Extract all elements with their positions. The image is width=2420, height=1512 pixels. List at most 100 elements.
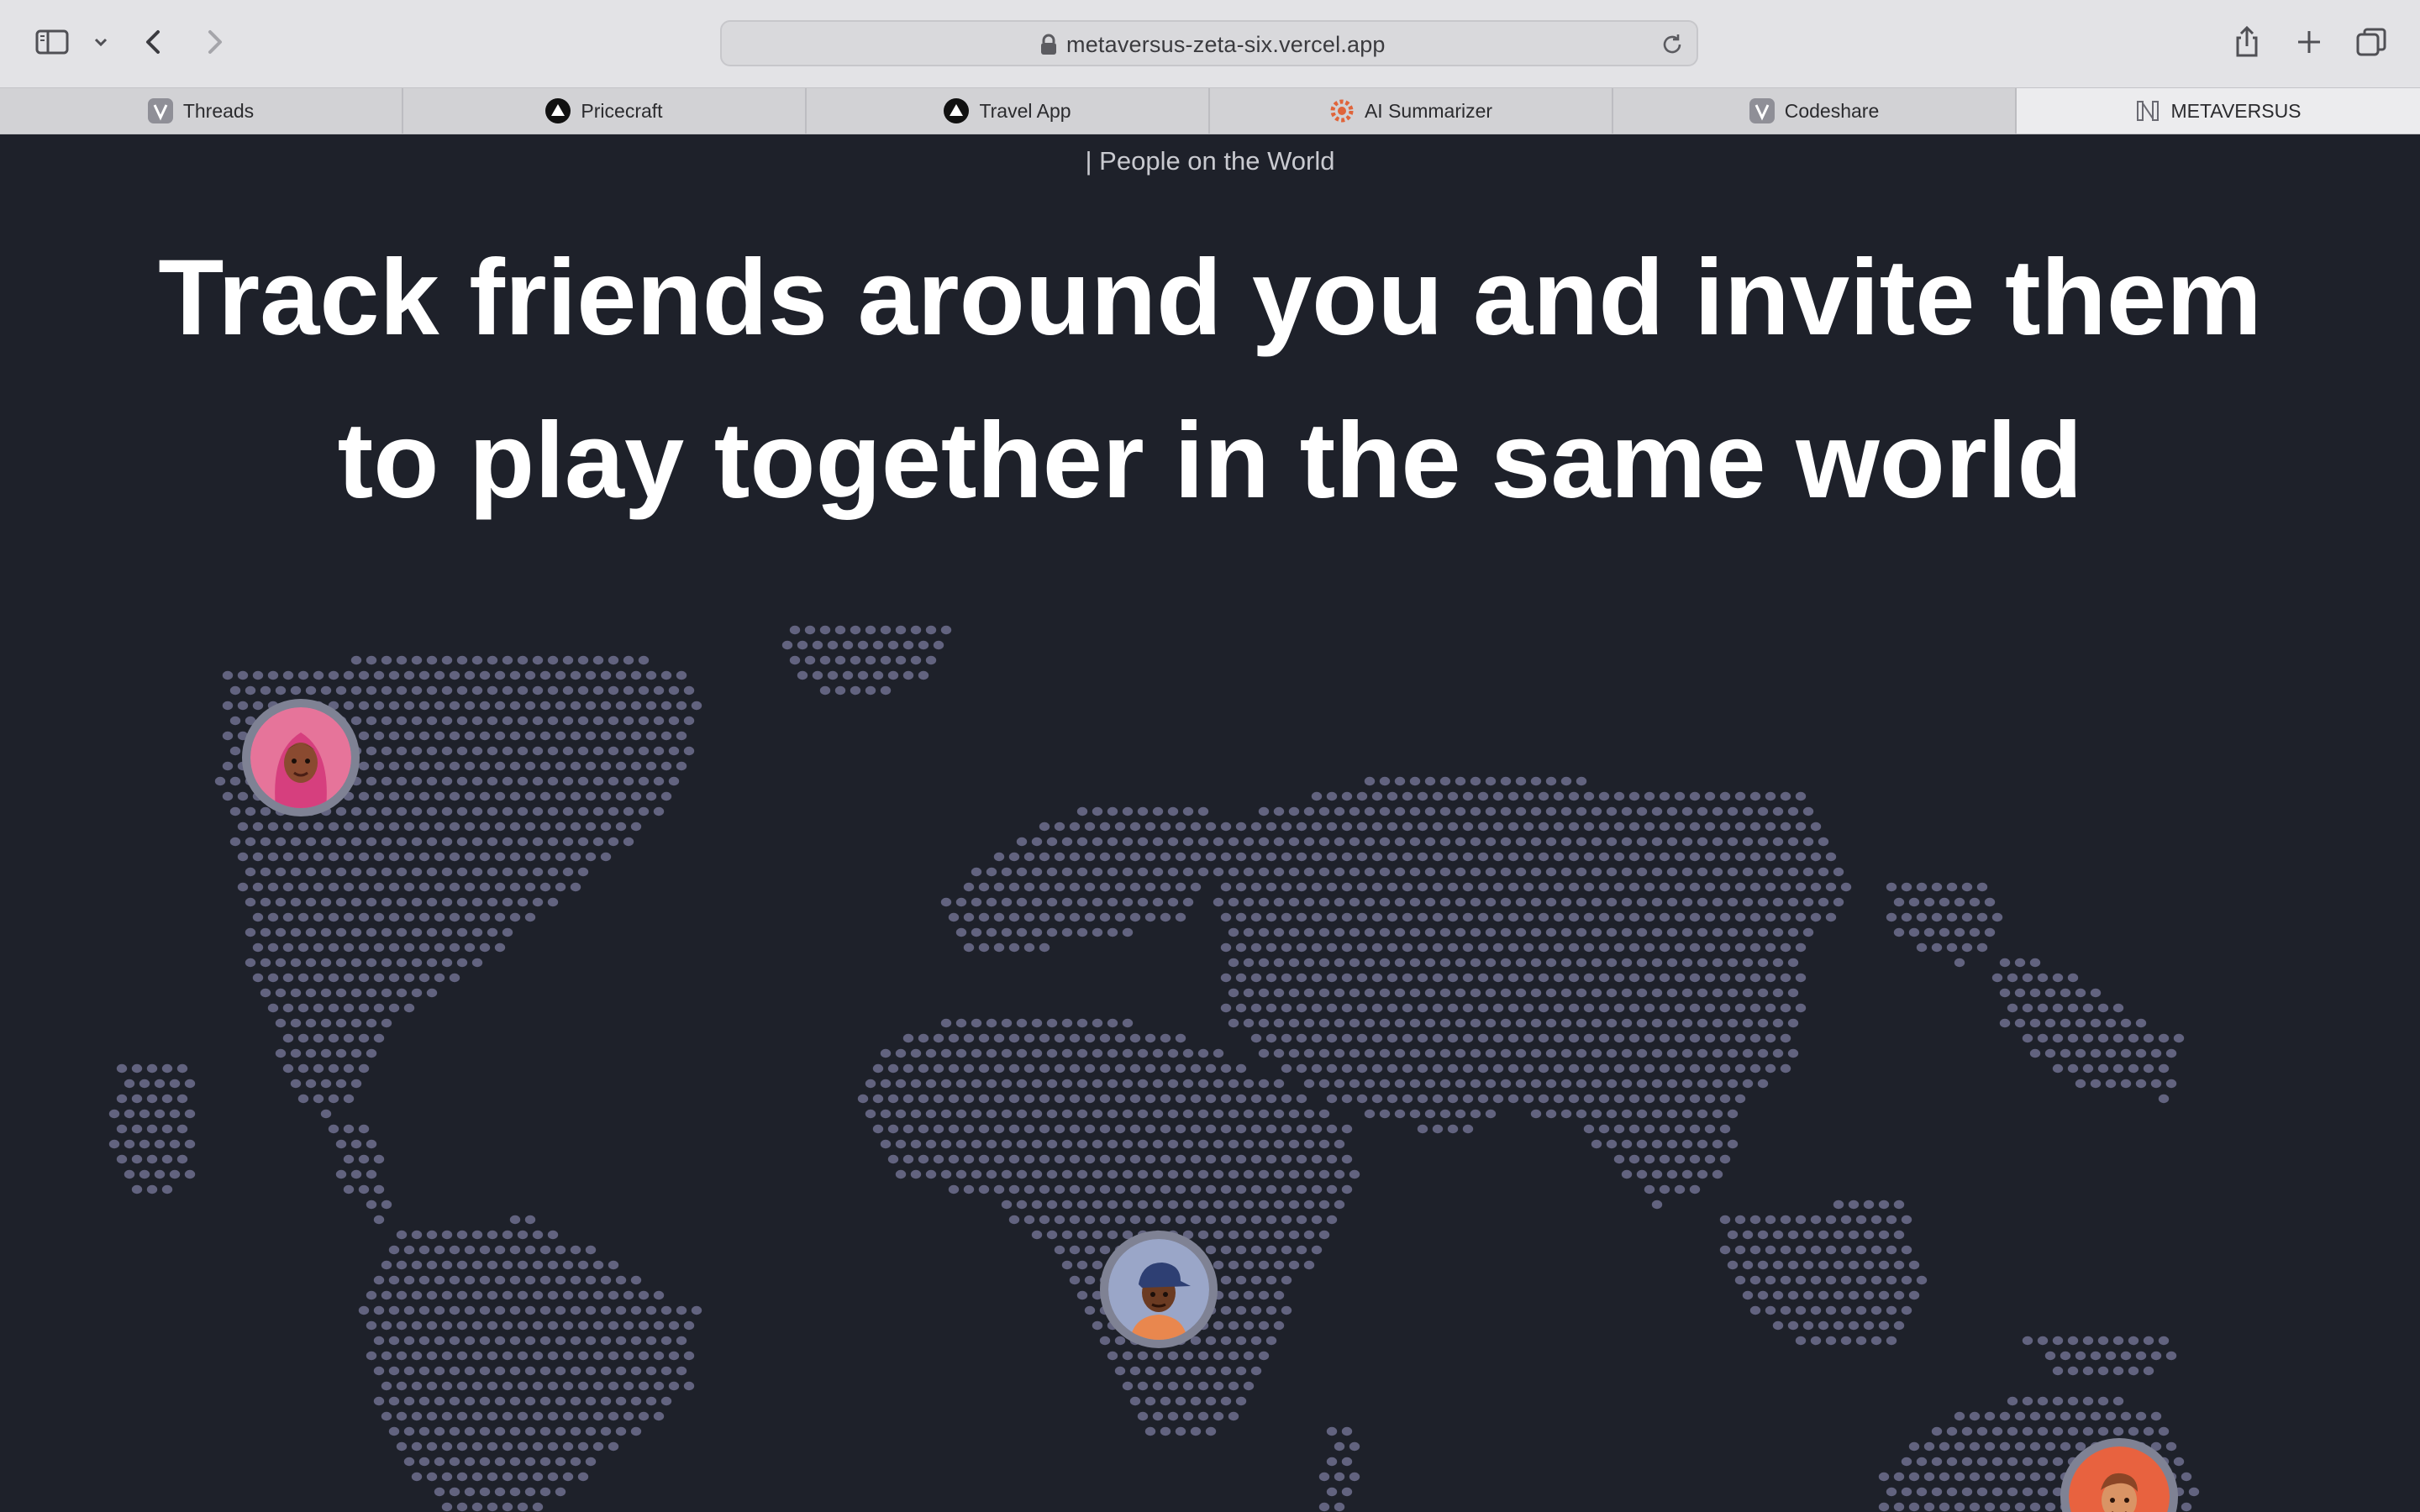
map-dot <box>479 1487 491 1497</box>
map-dot <box>1379 1018 1391 1028</box>
map-dot <box>1303 1048 1315 1058</box>
map-dot <box>1666 806 1678 816</box>
map-dot <box>1560 958 1572 968</box>
map-dot <box>630 761 642 771</box>
map-dot <box>350 927 362 937</box>
map-dot <box>1568 973 1580 983</box>
map-dot <box>124 1139 135 1149</box>
map-dot <box>1659 1124 1670 1134</box>
map-dot <box>2060 988 2071 998</box>
back-icon[interactable] <box>134 22 175 62</box>
map-dot <box>1674 1063 1686 1074</box>
map-dot <box>449 791 460 801</box>
map-dot <box>1364 927 1376 937</box>
map-dot <box>1432 1124 1444 1134</box>
map-dot <box>638 716 650 726</box>
map-dot <box>1364 958 1376 968</box>
map-dot <box>1991 1426 2003 1436</box>
map-dot <box>1402 822 1413 832</box>
map-dot <box>1644 882 1655 892</box>
tab-overview-icon[interactable] <box>2351 22 2391 62</box>
map-dot <box>449 912 460 922</box>
map-dot <box>1386 942 1398 953</box>
map-dot <box>328 1124 339 1134</box>
reload-icon[interactable] <box>1660 32 1685 57</box>
map-dot <box>1568 1063 1580 1074</box>
new-tab-icon[interactable] <box>2289 22 2329 62</box>
map-dot <box>1371 791 1383 801</box>
map-dot <box>1318 927 1330 937</box>
map-dot <box>1273 958 1285 968</box>
map-dot <box>1719 791 1731 801</box>
avatar-africa[interactable] <box>1100 1231 1218 1348</box>
map-dot <box>1530 1109 1542 1119</box>
map-dot <box>1681 1139 1693 1149</box>
address-bar[interactable]: metaversus-zeta-six.vercel.app <box>720 20 1698 66</box>
map-dot <box>1523 1003 1534 1013</box>
share-icon[interactable] <box>2227 22 2267 62</box>
map-dot <box>434 1457 445 1467</box>
map-dot <box>381 1351 392 1361</box>
map-dot <box>1553 973 1565 983</box>
map-dot <box>1084 1245 1096 1255</box>
map-dot <box>1084 882 1096 892</box>
map-dot <box>396 746 408 756</box>
map-dot <box>963 1094 975 1104</box>
avatar-north-america[interactable] <box>242 699 360 816</box>
tab-travel-app[interactable]: Travel App <box>807 88 1210 134</box>
map-dot <box>1008 852 1020 862</box>
map-dot <box>1054 852 1065 862</box>
map-dot <box>1129 1124 1141 1134</box>
map-dot <box>1908 1290 1920 1300</box>
map-dot <box>645 761 657 771</box>
map-dot <box>1515 1048 1527 1058</box>
map-dot <box>2135 1079 2147 1089</box>
map-dot <box>1334 1048 1345 1058</box>
map-dot <box>539 761 551 771</box>
map-dot <box>1084 1063 1096 1074</box>
map-dot <box>252 882 264 892</box>
tab-metaversus[interactable]: METAVERSUS <box>2017 88 2420 134</box>
map-dot <box>1281 1033 1292 1043</box>
map-dot <box>245 927 256 937</box>
map-dot <box>1182 837 1194 847</box>
map-dot <box>615 1396 627 1406</box>
map-dot <box>252 942 264 953</box>
tab-threads[interactable]: Threads <box>0 88 403 134</box>
map-dot <box>1447 1003 1459 1013</box>
map-dot <box>1016 1048 1028 1058</box>
map-dot <box>1576 988 1587 998</box>
map-dot <box>1054 1245 1065 1255</box>
map-dot <box>1220 852 1232 862</box>
map-dot <box>804 625 816 635</box>
map-dot <box>1870 1305 1882 1315</box>
tab-codeshare[interactable]: Codeshare <box>1613 88 2017 134</box>
map-dot <box>373 822 385 832</box>
map-dot <box>1840 1275 1852 1285</box>
map-dot <box>1545 867 1557 877</box>
map-dot <box>2052 1457 2064 1467</box>
map-dot <box>1046 1048 1058 1058</box>
map-dot <box>1492 822 1504 832</box>
map-dot <box>411 776 423 786</box>
map-dot <box>441 716 453 726</box>
map-dot <box>683 1351 695 1361</box>
map-dot <box>343 852 355 862</box>
sidebar-toggle-icon[interactable] <box>32 22 72 62</box>
map-dot <box>1265 942 1277 953</box>
tab-ai-summarizer[interactable]: AI Summarizer <box>1210 88 1613 134</box>
map-dot <box>1273 867 1285 877</box>
forward-icon[interactable] <box>193 22 234 62</box>
map-dot <box>1243 927 1255 937</box>
map-dot <box>1886 1245 1897 1255</box>
map-dot <box>1591 1139 1602 1149</box>
chevron-down-icon[interactable] <box>81 22 114 62</box>
map-dot <box>1523 791 1534 801</box>
map-dot <box>1855 1336 1867 1346</box>
map-dot <box>1144 1215 1156 1225</box>
map-dot <box>343 1094 355 1104</box>
map-dot <box>1334 1441 1345 1452</box>
map-dot <box>1447 882 1459 892</box>
map-dot <box>1228 1351 1239 1361</box>
tab-pricecraft[interactable]: Pricecraft <box>403 88 807 134</box>
